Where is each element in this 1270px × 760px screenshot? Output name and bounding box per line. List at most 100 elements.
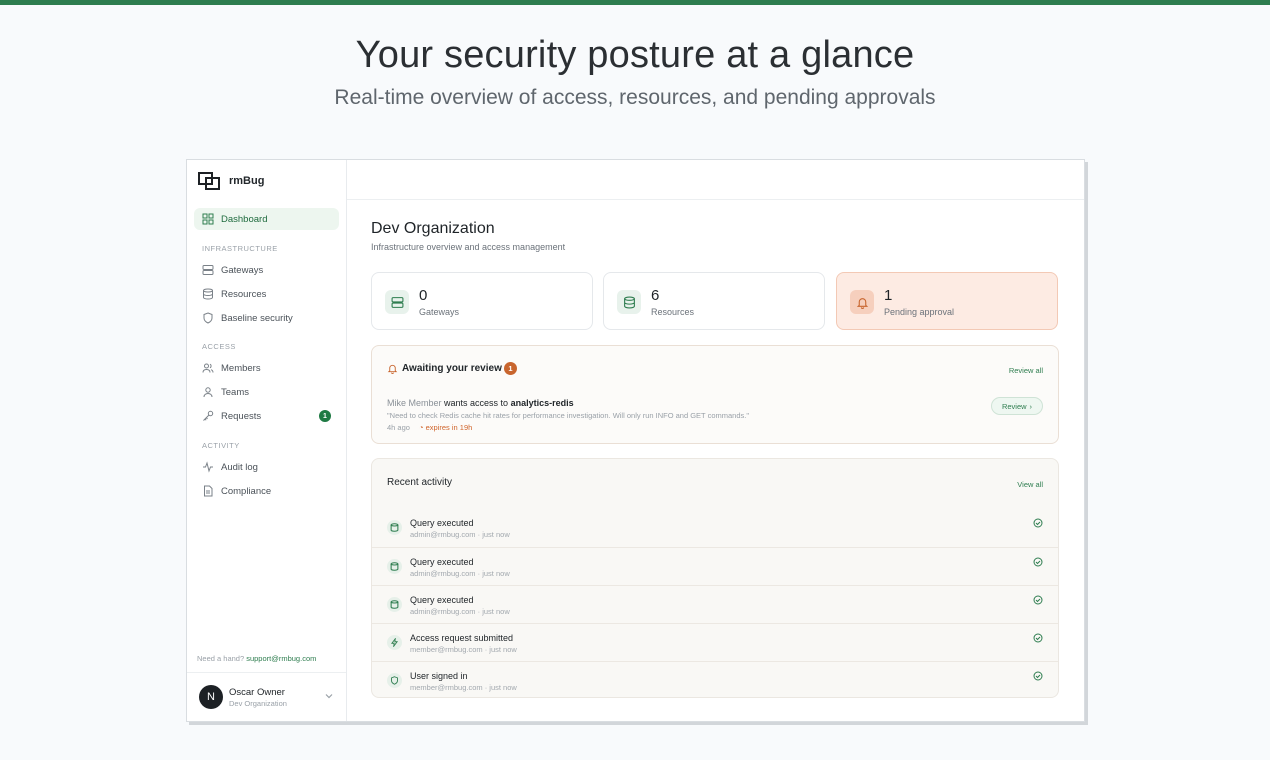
stat-icon-wrap — [850, 290, 874, 314]
header-divider — [347, 199, 1084, 200]
activity-icon — [203, 461, 213, 473]
activity-title-text: Query executed — [410, 595, 474, 605]
page-title: Dev Organization — [371, 220, 495, 237]
sidebar-item-label: Members — [221, 362, 261, 374]
sidebar: rmBug Dashboard INFRASTRUCTURE Gateways … — [187, 160, 347, 721]
activity-meta: admin@rmbug.com · just now — [410, 569, 510, 578]
stat-card-gateways[interactable]: 0 Gateways — [371, 272, 593, 330]
sidebar-item-compliance[interactable]: Compliance — [194, 480, 339, 502]
request-expiry: ◔ expires in 19h — [419, 423, 472, 432]
sidebar-item-dashboard[interactable]: Dashboard — [194, 208, 339, 230]
help-prefix: Need a hand? — [197, 654, 245, 663]
sidebar-item-teams[interactable]: Teams — [194, 381, 339, 403]
view-all-link[interactable]: View all — [1017, 480, 1043, 489]
server-icon — [391, 296, 403, 308]
stat-value: 0 — [419, 287, 428, 304]
review-count-badge: 1 — [504, 362, 517, 375]
key-icon — [203, 410, 214, 421]
sidebar-item-gateways[interactable]: Gateways — [194, 259, 339, 281]
team-icon — [203, 387, 213, 398]
top-accent-bar — [0, 0, 1270, 5]
database-icon — [623, 296, 635, 308]
check-circle-icon — [1033, 518, 1043, 528]
database-icon — [387, 559, 402, 574]
main-content: Dev Organization Infrastructure overview… — [347, 160, 1084, 721]
database-icon — [387, 520, 402, 535]
stat-label: Gateways — [419, 307, 460, 317]
list-item[interactable]: Query executed admin@rmbug.com · just no… — [372, 585, 1058, 623]
user-org: Dev Organization — [229, 699, 287, 708]
review-button[interactable]: Review › — [991, 397, 1043, 415]
sidebar-item-label: Requests — [221, 410, 262, 422]
request-summary: Mike Member wants access to analytics-re… — [387, 398, 574, 408]
section-infrastructure: INFRASTRUCTURE — [202, 244, 278, 253]
grid-icon — [202, 213, 214, 225]
stat-value: 6 — [651, 287, 660, 304]
sidebar-item-requests[interactable]: Requests 1 — [194, 405, 339, 427]
page-subtitle: Infrastructure overview and access manag… — [371, 242, 566, 252]
sidebar-item-label: Baseline security — [221, 312, 293, 324]
database-icon — [387, 597, 402, 612]
stat-label: Resources — [651, 307, 695, 317]
logo-icon — [198, 172, 220, 190]
sidebar-item-members[interactable]: Members — [194, 357, 339, 379]
sidebar-item-baseline-security[interactable]: Baseline security — [194, 307, 339, 329]
request-action: wants access to — [444, 398, 509, 408]
stat-label: Pending approval — [884, 307, 955, 317]
sidebar-item-label: Resources — [221, 288, 267, 300]
request-resource: analytics-redis — [510, 398, 574, 408]
activity-meta: member@rmbug.com · just now — [410, 645, 517, 654]
support-link[interactable]: support@rmbug.com — [246, 654, 316, 663]
section-access: ACCESS — [202, 342, 236, 351]
list-item[interactable]: User signed in member@rmbug.com · just n… — [372, 661, 1058, 697]
sidebar-item-label: Compliance — [221, 485, 272, 497]
list-item[interactable]: Query executed admin@rmbug.com · just no… — [372, 547, 1058, 585]
divider — [187, 672, 346, 673]
sidebar-item-label: Audit log — [221, 461, 258, 473]
activity-title-text: Query executed — [410, 557, 474, 567]
activity-title-text: User signed in — [410, 671, 468, 681]
chevron-down-icon[interactable] — [324, 691, 334, 701]
expiry-label: expires in 19h — [425, 423, 473, 432]
users-icon — [202, 363, 214, 373]
stat-icon-wrap — [385, 290, 409, 314]
check-circle-icon — [1033, 633, 1043, 643]
document-icon — [204, 485, 213, 497]
lightning-icon — [387, 635, 402, 650]
shield-icon — [203, 312, 213, 324]
requests-badge: 1 — [319, 410, 331, 422]
sidebar-item-label: Dashboard — [221, 213, 268, 225]
activity-meta: member@rmbug.com · just now — [410, 683, 517, 692]
activity-title-text: Access request submitted — [410, 633, 514, 643]
check-circle-icon — [1033, 595, 1043, 605]
stat-card-resources[interactable]: 6 Resources — [603, 272, 825, 330]
sidebar-item-label: Teams — [221, 386, 249, 398]
check-circle-icon — [1033, 671, 1043, 681]
server-icon — [202, 265, 214, 275]
activity-meta: admin@rmbug.com · just now — [410, 607, 510, 616]
stat-icon-wrap — [617, 290, 641, 314]
check-circle-icon — [1033, 557, 1043, 567]
activity-title: Recent activity — [387, 477, 453, 488]
user-name: Oscar Owner — [229, 687, 285, 698]
activity-title-text: Query executed — [410, 518, 474, 528]
sidebar-item-resources[interactable]: Resources — [194, 283, 339, 305]
section-activity: ACTIVITY — [202, 441, 240, 450]
help-text: Need a hand? support@rmbug.com — [197, 654, 316, 663]
list-item[interactable]: Access request submitted member@rmbug.co… — [372, 623, 1058, 661]
brand-name: rmBug — [229, 175, 265, 187]
review-all-link[interactable]: Review all — [1009, 366, 1043, 375]
avatar[interactable]: N — [199, 685, 223, 709]
sidebar-item-label: Gateways — [221, 264, 264, 276]
review-card: Awaiting your review 1 Review all Mike M… — [371, 345, 1059, 444]
app-window: rmBug Dashboard INFRASTRUCTURE Gateways … — [186, 159, 1085, 722]
stat-card-pending[interactable]: 1 Pending approval — [836, 272, 1058, 330]
hero-subtitle: Real-time overview of access, resources,… — [334, 86, 936, 109]
brand[interactable]: rmBug — [197, 170, 264, 192]
review-title: Awaiting your review — [402, 363, 502, 374]
list-item[interactable]: Query executed admin@rmbug.com · just no… — [372, 509, 1058, 547]
timer-icon: ◔ — [419, 423, 424, 432]
activity-card: Recent activity View all Query executed … — [371, 458, 1059, 698]
sidebar-item-audit-log[interactable]: Audit log — [194, 456, 339, 478]
request-reason: "Need to check Redis cache hit rates for… — [387, 411, 750, 420]
